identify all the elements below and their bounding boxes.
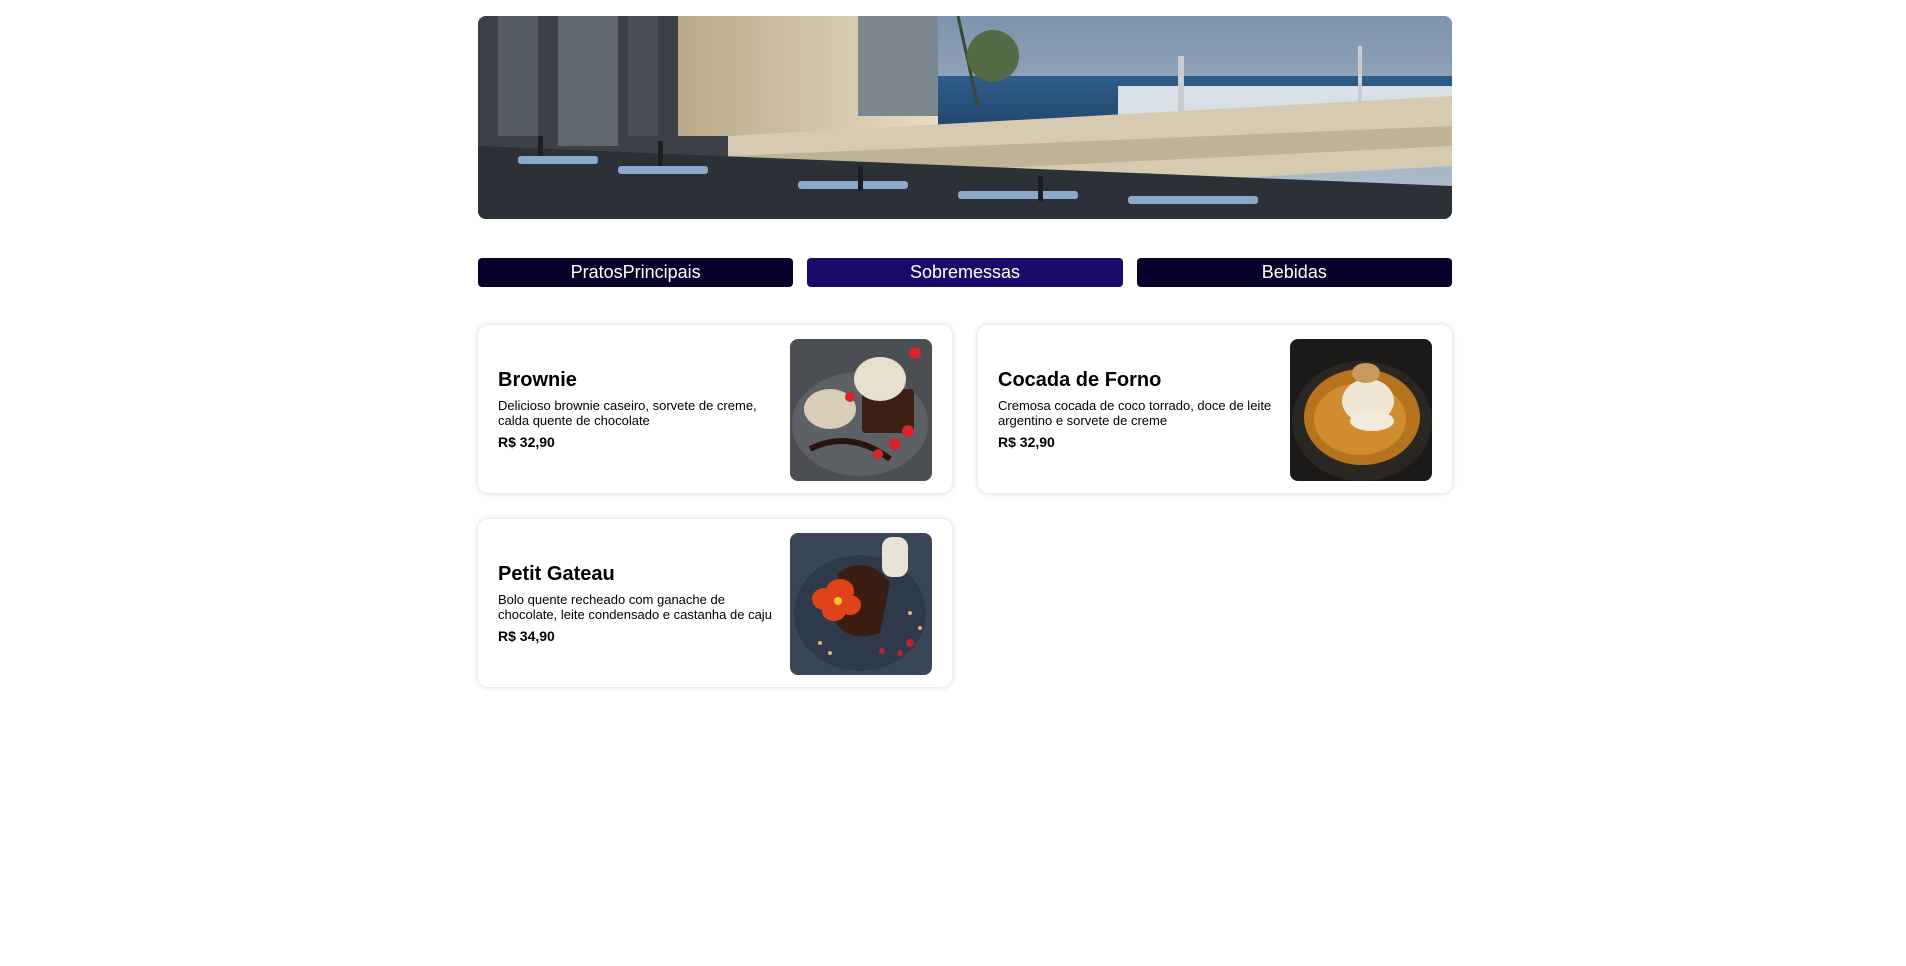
menu-item-description: Cremosa cocada de coco torrado, doce de …	[998, 397, 1272, 428]
menu-item-name: Cocada de Forno	[998, 368, 1162, 391]
menu-item-price: R$ 32,90	[998, 433, 1055, 450]
menu-item-info: Cocada de Forno Cremosa cocada de coco t…	[998, 325, 1278, 493]
tab-sobremessas[interactable]: Sobremessas	[807, 258, 1123, 287]
menu-item-card-cocada[interactable]: Cocada de Forno Cremosa cocada de coco t…	[978, 325, 1452, 493]
category-tabs: PratosPrincipais Sobremessas Bebidas	[478, 258, 1452, 287]
menu-item-info: Petit Gateau Bolo quente recheado com ga…	[498, 519, 778, 687]
brownie-photo-icon	[790, 339, 932, 481]
menu-item-description: Delicioso brownie caseiro, sorvete de cr…	[498, 397, 757, 428]
menu-item-price: R$ 34,90	[498, 627, 555, 644]
menu-item-description: Bolo quente recheado com ganache de choc…	[498, 591, 772, 622]
menu-items-grid: Brownie Delicioso brownie caseiro, sorve…	[478, 325, 1452, 687]
hero-banner-image	[478, 16, 1452, 219]
menu-item-name: Petit Gateau	[498, 562, 615, 585]
cocada-photo-icon	[1290, 339, 1432, 481]
menu-item-card-petit-gateau[interactable]: Petit Gateau Bolo quente recheado com ga…	[478, 519, 952, 687]
menu-item-info: Brownie Delicioso brownie caseiro, sorve…	[498, 325, 778, 493]
menu-item-price: R$ 32,90	[498, 433, 555, 450]
petit-gateau-photo-icon	[790, 533, 932, 675]
tab-pratos-principais[interactable]: PratosPrincipais	[478, 258, 794, 287]
tab-bebidas[interactable]: Bebidas	[1136, 258, 1452, 287]
menu-item-name: Brownie	[498, 368, 577, 391]
menu-item-card-brownie[interactable]: Brownie Delicioso brownie caseiro, sorve…	[478, 325, 952, 493]
page-container: PratosPrincipais Sobremessas Bebidas Bro…	[478, 16, 1452, 687]
